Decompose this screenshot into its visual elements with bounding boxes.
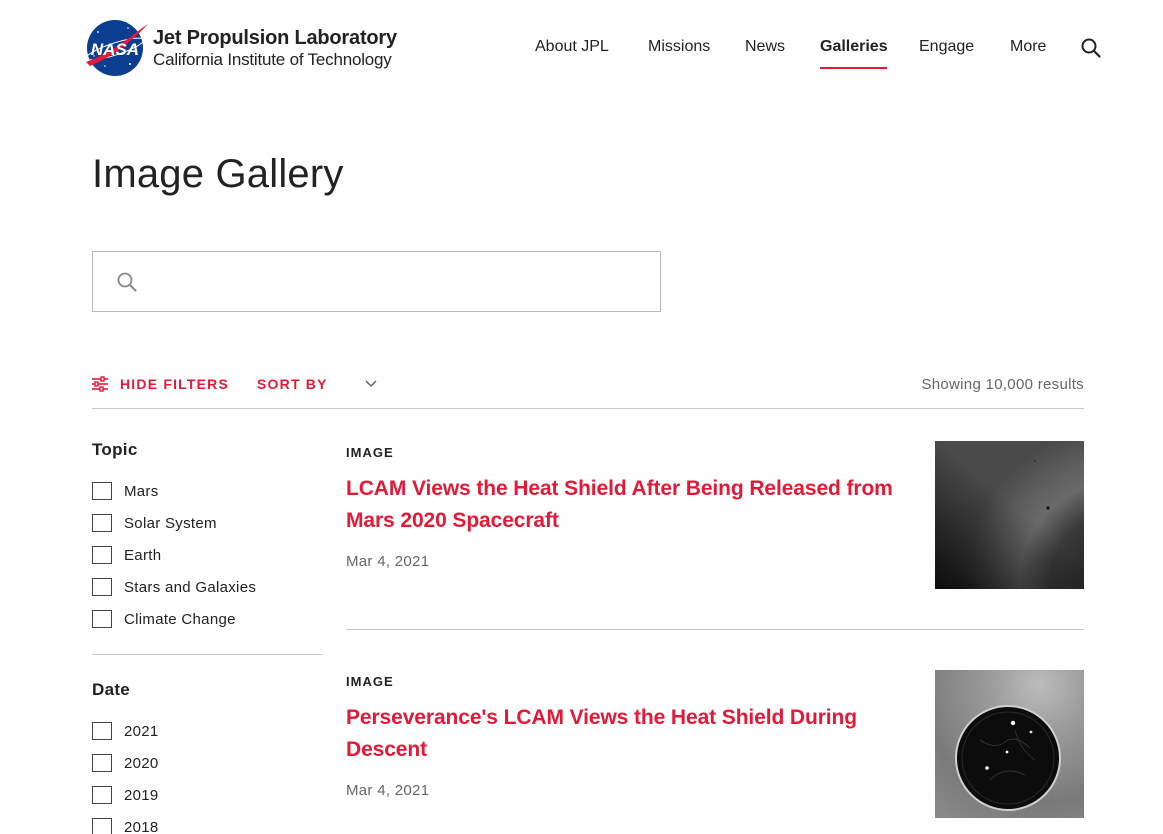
filter-option-label: 2019 (124, 786, 159, 804)
filter-option-label: Climate Change (124, 610, 236, 628)
hide-filters-label: HIDE FILTERS (120, 376, 230, 392)
result-type-label: IMAGE (346, 445, 394, 460)
topic-filter-list: Mars Solar System Earth Stars and Galaxi… (92, 475, 322, 635)
result-card: IMAGE Perseverance's LCAM Views the Heat… (346, 670, 1084, 834)
checkbox[interactable] (92, 754, 112, 772)
logo-subtitle: California Institute of Technology (153, 49, 392, 69)
filter-option-label: Mars (124, 482, 159, 500)
checkbox[interactable] (92, 786, 112, 804)
nav-item-about-jpl[interactable]: About JPL (535, 38, 609, 56)
filter-option-earth[interactable]: Earth (92, 539, 322, 571)
date-filter-list: 2021 2020 2019 2018 (92, 715, 322, 834)
search-icon[interactable] (1080, 37, 1102, 59)
result-title-link[interactable]: Perseverance's LCAM Views the Heat Shiel… (346, 702, 916, 766)
results-count: Showing 10,000 results (921, 376, 1084, 393)
search-icon (116, 271, 138, 293)
filter-option-2018[interactable]: 2018 (92, 811, 322, 834)
nav-item-engage[interactable]: Engage (919, 38, 974, 56)
result-date: Mar 4, 2021 (346, 782, 430, 799)
active-nav-indicator (820, 67, 887, 69)
checkbox[interactable] (92, 722, 112, 740)
checkbox[interactable] (92, 578, 112, 596)
checkbox[interactable] (92, 514, 112, 532)
filter-option-label: Stars and Galaxies (124, 578, 257, 596)
filter-option-2019[interactable]: 2019 (92, 779, 322, 811)
svg-text:NASA: NASA (91, 40, 139, 59)
filter-option-label: Solar System (124, 514, 217, 532)
filter-bar: HIDE FILTERS SORT BY Showing 10,000 resu… (92, 372, 1084, 409)
checkbox[interactable] (92, 482, 112, 500)
filters-sidebar: Topic Mars Solar System Earth Stars and … (92, 440, 322, 834)
chevron-down-icon (364, 377, 378, 391)
filter-option-label: 2021 (124, 722, 159, 740)
filter-option-stars-and-galaxies[interactable]: Stars and Galaxies (92, 571, 322, 603)
results-list: IMAGE LCAM Views the Heat Shield After B… (346, 441, 1084, 834)
gallery-search-box[interactable] (92, 251, 661, 312)
filter-option-2020[interactable]: 2020 (92, 747, 322, 779)
nasa-logo-icon: NASA (80, 18, 150, 78)
logo-title: Jet Propulsion Laboratory (153, 26, 397, 49)
sort-by-label: SORT BY (257, 376, 328, 392)
logo-text: Jet Propulsion Laboratory California Ins… (153, 27, 397, 70)
sliders-icon (92, 376, 108, 392)
result-type-label: IMAGE (346, 674, 394, 689)
divider (346, 629, 1084, 630)
date-filter-heading: Date (92, 680, 131, 699)
gallery-search-input[interactable] (153, 262, 643, 302)
divider (92, 654, 322, 655)
nav-item-missions[interactable]: Missions (648, 38, 710, 56)
filter-option-label: 2018 (124, 818, 159, 834)
sort-by-dropdown[interactable]: SORT BY (257, 376, 378, 392)
result-thumbnail[interactable] (935, 441, 1084, 589)
checkbox[interactable] (92, 610, 112, 628)
filter-option-2021[interactable]: 2021 (92, 715, 322, 747)
result-date: Mar 4, 2021 (346, 553, 430, 570)
date-filter-section: Date 2021 2020 2019 2018 (92, 680, 322, 834)
nav-item-more[interactable]: More (1010, 38, 1046, 56)
filter-option-mars[interactable]: Mars (92, 475, 322, 507)
checkbox[interactable] (92, 546, 112, 564)
hide-filters-button[interactable]: HIDE FILTERS (92, 376, 229, 392)
page-title: Image Gallery (92, 152, 344, 196)
filter-option-label: Earth (124, 546, 162, 564)
jpl-logo[interactable]: NASA Jet Propulsion Laboratory Californi… (80, 18, 397, 78)
topic-filter-heading: Topic (92, 440, 138, 459)
nav-item-news[interactable]: News (745, 38, 785, 56)
site-header: NASA Jet Propulsion Laboratory Californi… (0, 0, 1163, 96)
topic-filter-section: Topic Mars Solar System Earth Stars and … (92, 440, 322, 635)
result-thumbnail[interactable] (935, 670, 1084, 818)
checkbox[interactable] (92, 818, 112, 834)
result-title-link[interactable]: LCAM Views the Heat Shield After Being R… (346, 473, 916, 537)
filter-option-label: 2020 (124, 754, 159, 772)
nav-item-galleries[interactable]: Galleries (820, 38, 888, 56)
filter-option-solar-system[interactable]: Solar System (92, 507, 322, 539)
result-card: IMAGE LCAM Views the Heat Shield After B… (346, 441, 1084, 630)
filter-option-climate-change[interactable]: Climate Change (92, 603, 322, 635)
